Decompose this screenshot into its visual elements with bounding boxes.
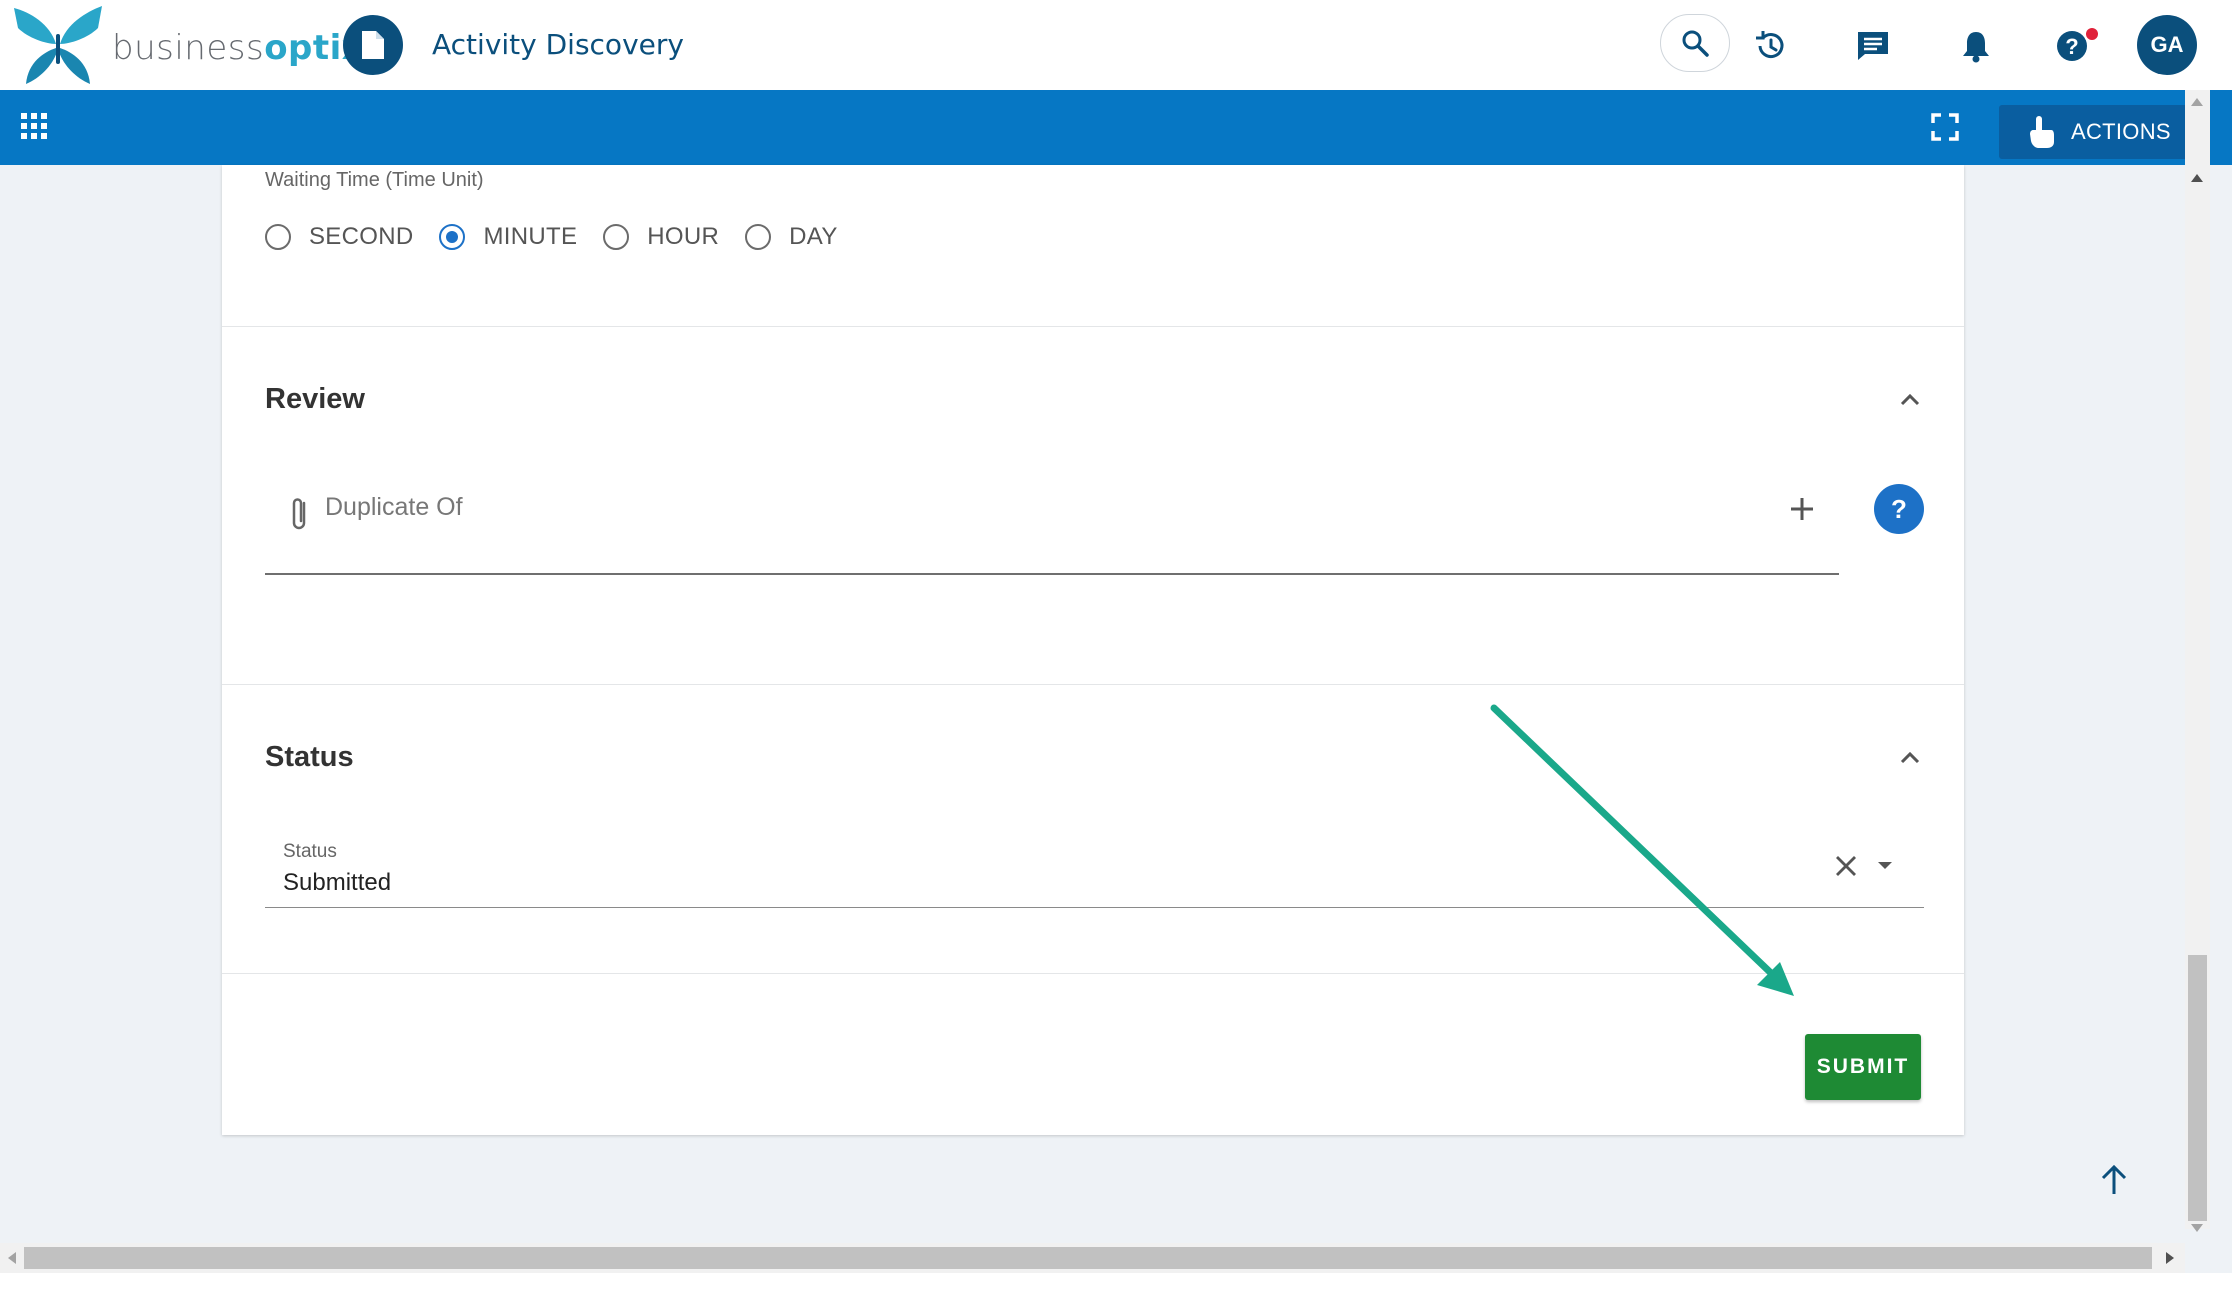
history-icon: [1756, 31, 1784, 59]
search-button[interactable]: [1660, 14, 1730, 72]
message-list-icon: [1858, 32, 1888, 60]
page-title: Activity Discovery: [432, 28, 684, 61]
dropdown-caret-down-icon[interactable]: [1878, 862, 1892, 869]
radio-button-selected[interactable]: [439, 224, 466, 250]
review-section-title: Review: [265, 383, 365, 415]
radio-label: HOUR: [647, 223, 720, 250]
bell-icon: [1963, 32, 1989, 63]
scroll-down-arrow-icon[interactable]: [2191, 1224, 2203, 1232]
collapse-review-chevron-up-icon[interactable]: [1898, 391, 1922, 407]
status-select-value[interactable]: Submitted: [283, 869, 391, 897]
status-field-label: Status: [283, 841, 337, 862]
section-divider: [222, 973, 1964, 974]
clear-status-close-icon[interactable]: [1833, 853, 1859, 879]
radio-label: MINUTE: [483, 223, 578, 250]
butterfly-logo-icon[interactable]: [10, 4, 106, 86]
collapse-status-chevron-up-icon[interactable]: [1898, 749, 1922, 765]
history-button[interactable]: [1748, 24, 1792, 68]
radio-button[interactable]: [745, 224, 772, 250]
apps-grid-icon[interactable]: [20, 112, 48, 140]
hand-pointer-icon: [2030, 116, 2054, 148]
scroll-to-top-arrow-up-icon[interactable]: [2094, 1160, 2134, 1200]
document-icon: [362, 31, 384, 59]
svg-text:?: ?: [2065, 34, 2078, 59]
brand-logo-text[interactable]: businessoptix: [112, 28, 364, 68]
waiting-time-unit-radio-group: SECOND MINUTE HOUR DAY: [265, 223, 864, 251]
messages-button[interactable]: [1851, 24, 1895, 68]
radio-label: SECOND: [309, 223, 414, 250]
search-icon: [1682, 30, 1709, 57]
submit-button[interactable]: SUBMIT: [1805, 1034, 1921, 1100]
radio-option-day[interactable]: DAY: [745, 223, 837, 251]
add-duplicate-plus-icon[interactable]: [1788, 495, 1816, 523]
scroll-up-arrow-icon[interactable]: [2191, 174, 2203, 182]
horizontal-scroll-thumb[interactable]: [24, 1247, 2152, 1269]
scroll-right-arrow-icon[interactable]: [2166, 1252, 2174, 1264]
section-divider: [222, 684, 1964, 685]
navigation-bar: ACTIONS: [0, 90, 2232, 165]
radio-label: DAY: [789, 223, 838, 250]
vertical-scroll-thumb[interactable]: [2188, 955, 2207, 1221]
notifications-button[interactable]: [1954, 24, 1998, 68]
actions-label: ACTIONS: [2071, 119, 2171, 144]
help-notification-dot: [2086, 28, 2098, 40]
duplicate-help-button[interactable]: ?: [1874, 484, 1924, 534]
form-card: Waiting Time (Time Unit) SECOND MINUTE H…: [222, 165, 1964, 1135]
status-field-underline: [265, 907, 1924, 908]
document-type-badge: [343, 15, 403, 75]
section-divider: [222, 326, 1964, 327]
radio-option-minute[interactable]: MINUTE: [439, 223, 577, 251]
scroll-left-arrow-icon[interactable]: [8, 1252, 16, 1264]
radio-button[interactable]: [265, 224, 291, 250]
fullscreen-icon[interactable]: [1930, 112, 1960, 142]
vertical-scrollbar[interactable]: [2185, 90, 2210, 1232]
duplicate-of-label: Duplicate Of: [325, 493, 463, 521]
horizontal-scrollbar[interactable]: [0, 1243, 2185, 1273]
bottom-strip: [0, 1273, 2232, 1299]
duplicate-of-field-underline: [265, 573, 1839, 575]
radio-option-hour[interactable]: HOUR: [603, 223, 719, 251]
actions-button[interactable]: ACTIONS: [1999, 105, 2191, 159]
radio-option-second[interactable]: SECOND: [265, 223, 413, 251]
help-circle-icon: ?: [2057, 31, 2087, 61]
user-avatar[interactable]: GA: [2137, 15, 2197, 75]
top-header: businessoptix Activity Discovery ? GA: [0, 0, 2232, 91]
waiting-time-label: Waiting Time (Time Unit): [265, 169, 484, 191]
radio-button[interactable]: [603, 224, 630, 250]
paperclip-icon: [292, 498, 306, 530]
scroll-up-arrow-icon[interactable]: [2191, 98, 2203, 106]
status-section-title: Status: [265, 741, 354, 773]
logo-text-business: business: [112, 28, 265, 68]
